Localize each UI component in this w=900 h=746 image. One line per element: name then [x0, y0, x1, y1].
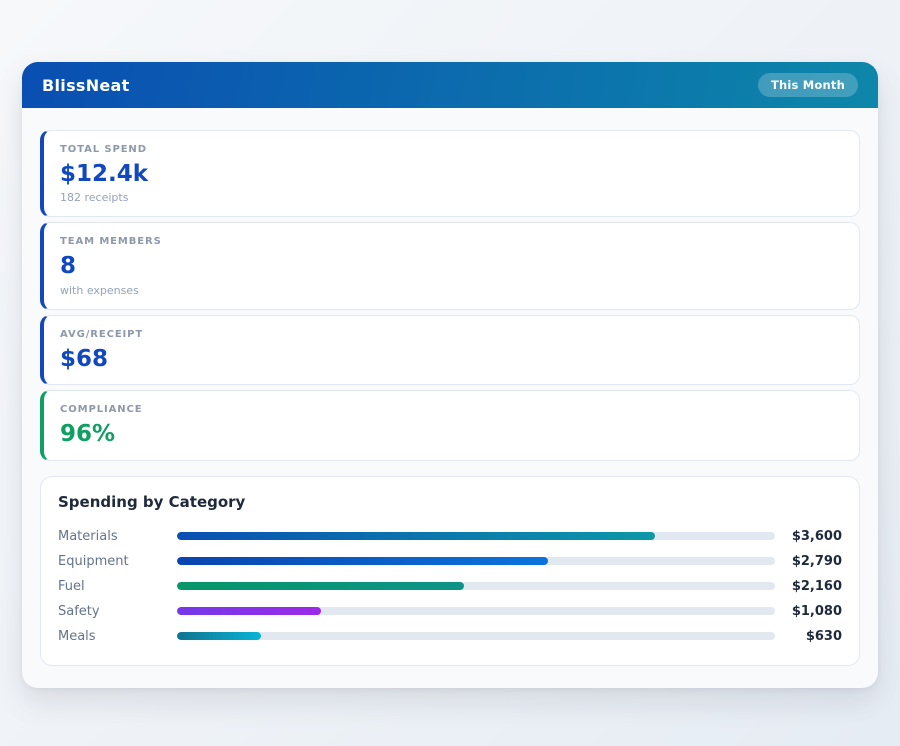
stat-card-compliance: COMPLIANCE 96%	[40, 390, 860, 461]
dashboard-content: TOTAL SPEND $12.4k 182 receipts TEAM MEM…	[22, 108, 878, 688]
category-row-equipment: Equipment $2,790	[58, 549, 842, 574]
stat-label: TEAM MEMBERS	[60, 236, 162, 248]
stat-subtext: 182 receipts	[60, 191, 129, 205]
category-value: $630	[805, 628, 842, 644]
app-title: BlissNeat	[42, 75, 130, 95]
stat-value: $68	[60, 345, 109, 372]
stat-card-total-spend: TOTAL SPEND $12.4k 182 receipts	[40, 130, 860, 218]
category-bar-track	[177, 557, 775, 566]
category-label: Materials	[58, 528, 118, 544]
category-bar-fill	[177, 582, 465, 591]
panel-title: Spending by Category	[58, 492, 246, 511]
stat-value: 96%	[60, 421, 116, 448]
category-bar-track	[177, 532, 775, 541]
category-row-fuel: Fuel $2,160	[58, 574, 842, 599]
category-row-meals: Meals $630	[58, 624, 842, 649]
category-bar-fill	[177, 532, 656, 541]
stat-value: 8	[60, 253, 77, 280]
category-value: $3,600	[791, 528, 842, 544]
category-label: Fuel	[58, 578, 85, 594]
category-row-materials: Materials $3,600	[58, 524, 842, 549]
category-bar-fill	[177, 557, 548, 566]
category-bar-fill	[177, 607, 321, 616]
category-value: $2,160	[791, 578, 842, 594]
stat-card-avg-receipt: AVG/RECEIPT $68	[40, 314, 860, 386]
dashboard-container: BlissNeat This Month TOTAL SPEND $12.4k …	[22, 62, 878, 688]
stat-card-team-members: TEAM MEMBERS 8 with expenses	[40, 222, 860, 310]
stat-label: COMPLIANCE	[60, 404, 143, 416]
category-bar-track	[177, 607, 775, 616]
period-badge[interactable]: This Month	[757, 73, 858, 97]
category-bar-track	[177, 632, 775, 641]
spending-by-category-panel: Spending by Category Materials $3,600 Eq…	[40, 475, 860, 666]
category-value: $2,790	[791, 553, 842, 569]
category-label: Safety	[58, 603, 100, 619]
category-label: Meals	[58, 628, 96, 644]
app-header: BlissNeat This Month	[22, 62, 878, 108]
stat-label: AVG/RECEIPT	[60, 328, 144, 340]
stat-label: TOTAL SPEND	[60, 144, 147, 155]
category-bar-fill	[177, 632, 261, 641]
stat-value: $12.4k	[60, 161, 149, 187]
category-bar-track	[177, 582, 775, 591]
category-value: $1,080	[791, 603, 842, 619]
stat-subtext: with expenses	[60, 283, 139, 297]
category-label: Equipment	[58, 553, 129, 569]
category-row-safety: Safety $1,080	[58, 599, 842, 624]
